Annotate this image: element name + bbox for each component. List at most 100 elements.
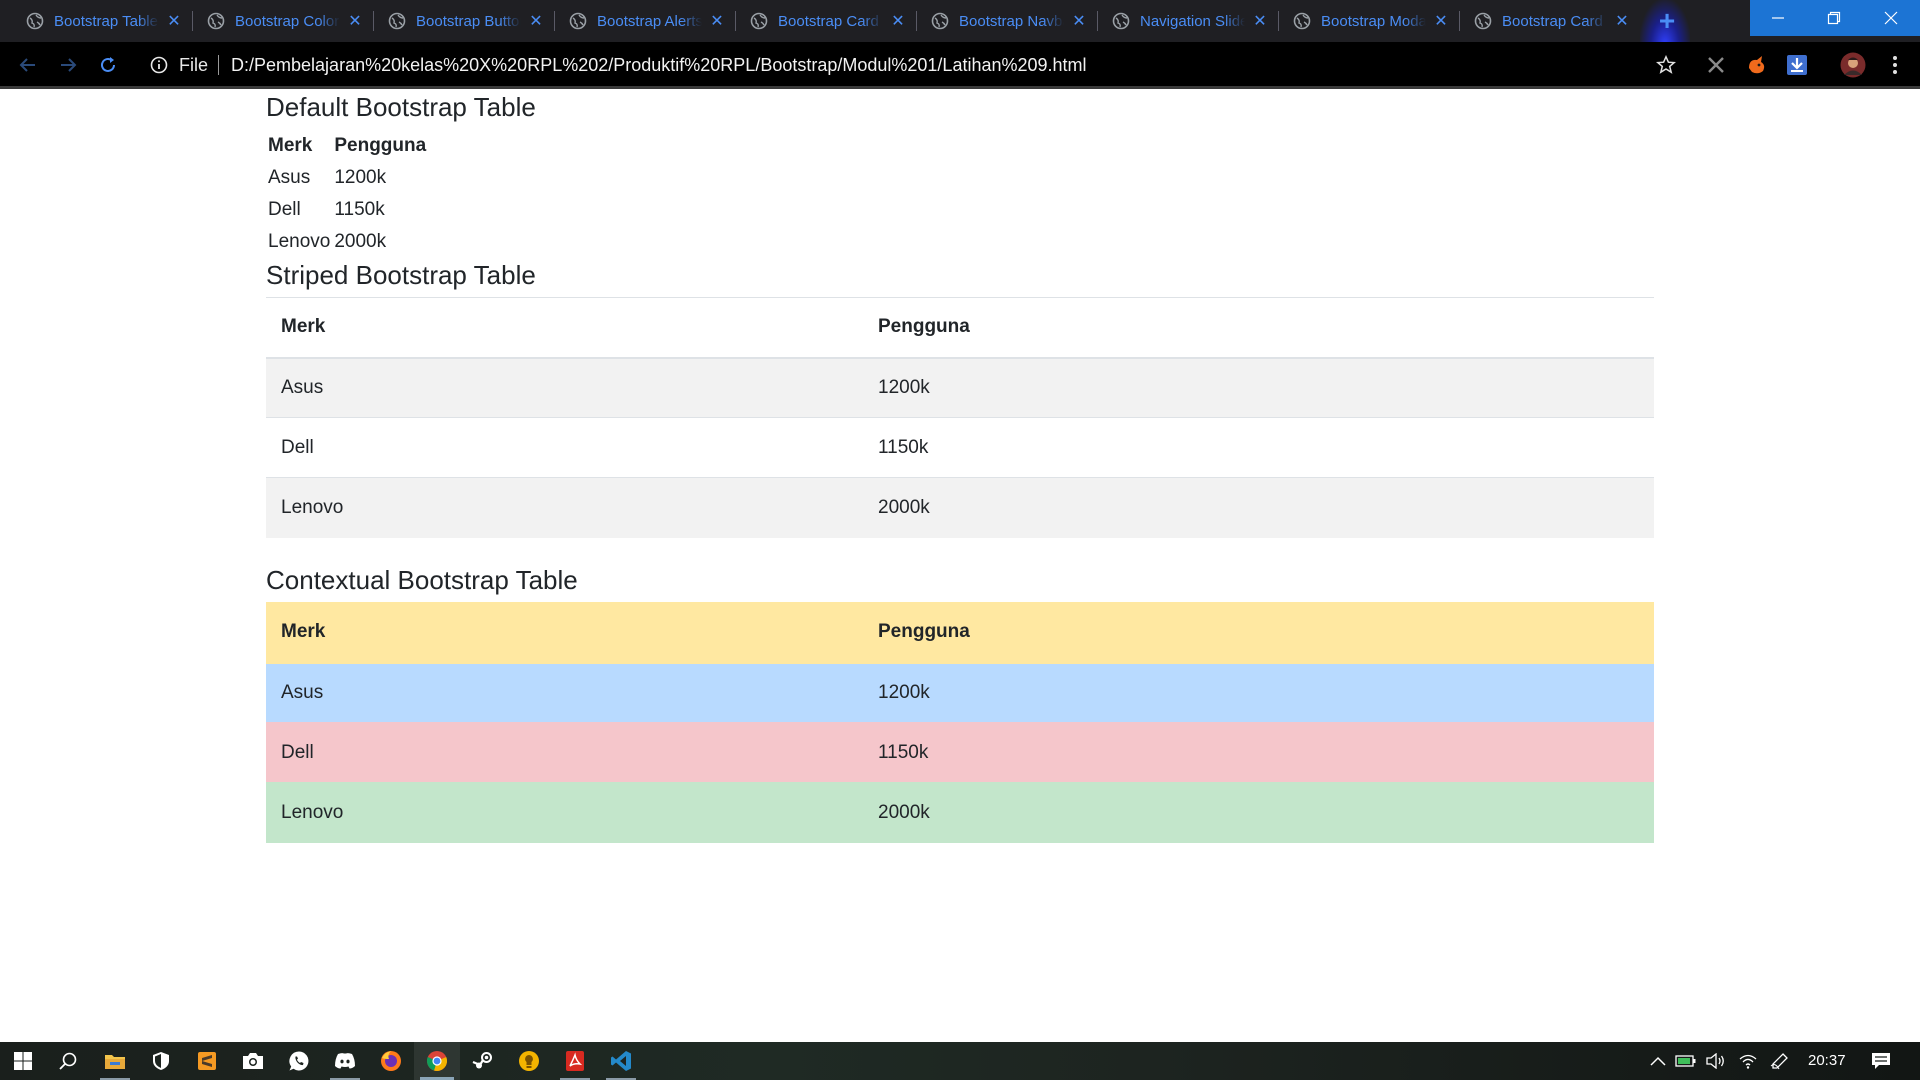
new-tab-button[interactable]: + (1652, 7, 1682, 35)
close-icon[interactable]: ✕ (887, 10, 909, 32)
notification-center-icon[interactable] (1868, 1042, 1894, 1080)
table-row: Lenovo 2000k (266, 782, 1654, 843)
tab-title: Navigation Slider (1140, 12, 1245, 30)
download-icon[interactable] (1786, 54, 1808, 76)
taskbar-steam[interactable] (460, 1042, 506, 1080)
arrow-right-icon (61, 58, 77, 72)
close-icon[interactable]: ✕ (525, 10, 547, 32)
tray-chevron-up-icon[interactable] (1646, 1042, 1670, 1080)
tab-title: Bootstrap Colors (235, 12, 340, 30)
close-icon[interactable]: ✕ (1068, 10, 1090, 32)
menu-dots-icon[interactable] (1884, 54, 1906, 76)
minimize-button[interactable] (1750, 0, 1806, 36)
security-icon (153, 1052, 169, 1070)
restore-button[interactable] (1806, 0, 1862, 36)
address-url: D:/Pembelajaran%20kelas%20X%20RPL%202/Pr… (231, 54, 1087, 75)
close-icon[interactable]: ✕ (1611, 10, 1633, 32)
cell-merk: Dell (266, 417, 864, 478)
taskbar-vscode[interactable] (598, 1042, 644, 1080)
tray-battery-icon[interactable] (1674, 1042, 1698, 1080)
restore-icon (1827, 11, 1841, 25)
reload-button[interactable] (92, 50, 124, 80)
globe-icon (207, 12, 225, 30)
bookmark-star-icon[interactable] (1655, 54, 1677, 76)
discord-icon (335, 1053, 355, 1069)
taskbar-clock[interactable]: 20:37 (1808, 1042, 1846, 1080)
globe-icon (26, 12, 44, 30)
address-divider (218, 55, 220, 75)
search-icon (59, 1052, 77, 1070)
globe-icon (1112, 12, 1130, 30)
tray-volume-icon[interactable] (1704, 1042, 1728, 1080)
arrow-left-icon (19, 58, 35, 72)
tab-1[interactable]: Bootstrap Table ✕ (12, 0, 193, 42)
cell-pengguna: 1150k (334, 199, 385, 220)
avatar[interactable] (1840, 52, 1866, 78)
taskbar-camera[interactable] (230, 1042, 276, 1080)
contextual-table: Merk Pengguna Asus 1200k Dell 1150k Leno… (266, 602, 1654, 843)
contextual-table-heading: Contextual Bootstrap Table (266, 565, 578, 595)
close-icon[interactable]: ✕ (1249, 10, 1271, 32)
tab-title: Bootstrap Card (778, 12, 879, 30)
search-button[interactable] (45, 1042, 91, 1080)
default-table-heading: Default Bootstrap Table (266, 92, 536, 122)
tab-4[interactable]: Bootstrap Alerts ✕ (555, 0, 736, 42)
taskbar-sublime-text[interactable] (184, 1042, 230, 1080)
close-icon[interactable]: ✕ (163, 10, 185, 32)
table-row: Lenovo 2000k (266, 226, 444, 258)
close-icon[interactable]: ✕ (1430, 10, 1452, 32)
start-button[interactable] (0, 1042, 46, 1080)
address-bar[interactable]: File D:/Pembelajaran%20kelas%20X%20RPL%2… (137, 50, 1686, 80)
close-icon[interactable]: ✕ (706, 10, 728, 32)
sublime-text-icon (198, 1052, 216, 1070)
tab-2[interactable]: Bootstrap Colors ✕ (193, 0, 374, 42)
globe-icon (1474, 12, 1492, 30)
tab-6[interactable]: Bootstrap Navbar ✕ (917, 0, 1098, 42)
tray-pen-icon[interactable] (1768, 1042, 1792, 1080)
tab-title: Bootstrap Table (54, 12, 158, 30)
table-header-row: Merk Pengguna (266, 130, 444, 162)
app-bulb-icon (519, 1051, 539, 1071)
tab-7[interactable]: Navigation Slider ✕ (1098, 0, 1279, 42)
forward-button[interactable] (52, 50, 84, 80)
tray-wifi-icon[interactable] (1736, 1042, 1760, 1080)
close-window-button[interactable] (1862, 0, 1920, 36)
taskbar-whatsapp[interactable] (276, 1042, 322, 1080)
extension-fox-icon[interactable] (1746, 54, 1768, 76)
tab-3[interactable]: Bootstrap Buttons ✕ (374, 0, 555, 42)
info-icon[interactable] (149, 55, 169, 75)
tab-8[interactable]: Bootstrap Modal ✕ (1279, 0, 1460, 42)
column-header-merk: Merk (268, 135, 313, 156)
cell-pengguna: 2000k (334, 231, 387, 252)
tab-5[interactable]: Bootstrap Card ✕ (736, 0, 917, 42)
table-row: Lenovo 2000k (266, 477, 1654, 538)
taskbar-file-explorer[interactable] (92, 1042, 138, 1080)
cell-merk: Lenovo (266, 477, 864, 538)
default-table: Merk Pengguna Asus 1200k Dell 1150k Leno… (266, 130, 444, 258)
address-scheme: File (179, 54, 209, 75)
taskbar-discord[interactable] (322, 1042, 368, 1080)
taskbar-app-bulb[interactable] (506, 1042, 552, 1080)
tab-title: Bootstrap Navbar (959, 12, 1064, 30)
windows-taskbar: 20:37 (0, 1042, 1920, 1080)
acrobat-icon (566, 1051, 584, 1071)
cell-pengguna: 1150k (864, 722, 1654, 783)
tab-title: Bootstrap Buttons (416, 12, 521, 30)
taskbar-firefox[interactable] (368, 1042, 414, 1080)
close-icon[interactable]: ✕ (344, 10, 366, 32)
back-button[interactable] (12, 50, 44, 80)
striped-table-heading: Striped Bootstrap Table (266, 260, 536, 290)
taskbar-acrobat[interactable] (552, 1042, 598, 1080)
column-header-pengguna: Pengguna (334, 135, 427, 156)
column-header-merk: Merk (266, 602, 864, 664)
cell-merk: Lenovo (266, 782, 864, 843)
table-row: Asus 1200k (266, 162, 444, 194)
table-row: Dell 1150k (266, 194, 444, 226)
tab-9[interactable]: Bootstrap Card ✕ (1460, 0, 1641, 42)
table-row: Dell 1150k (266, 417, 1654, 478)
taskbar-chrome[interactable] (414, 1042, 460, 1080)
vscode-icon (611, 1051, 631, 1071)
start-icon (14, 1052, 32, 1070)
extension-x-icon[interactable] (1705, 54, 1727, 76)
taskbar-security[interactable] (138, 1042, 184, 1080)
